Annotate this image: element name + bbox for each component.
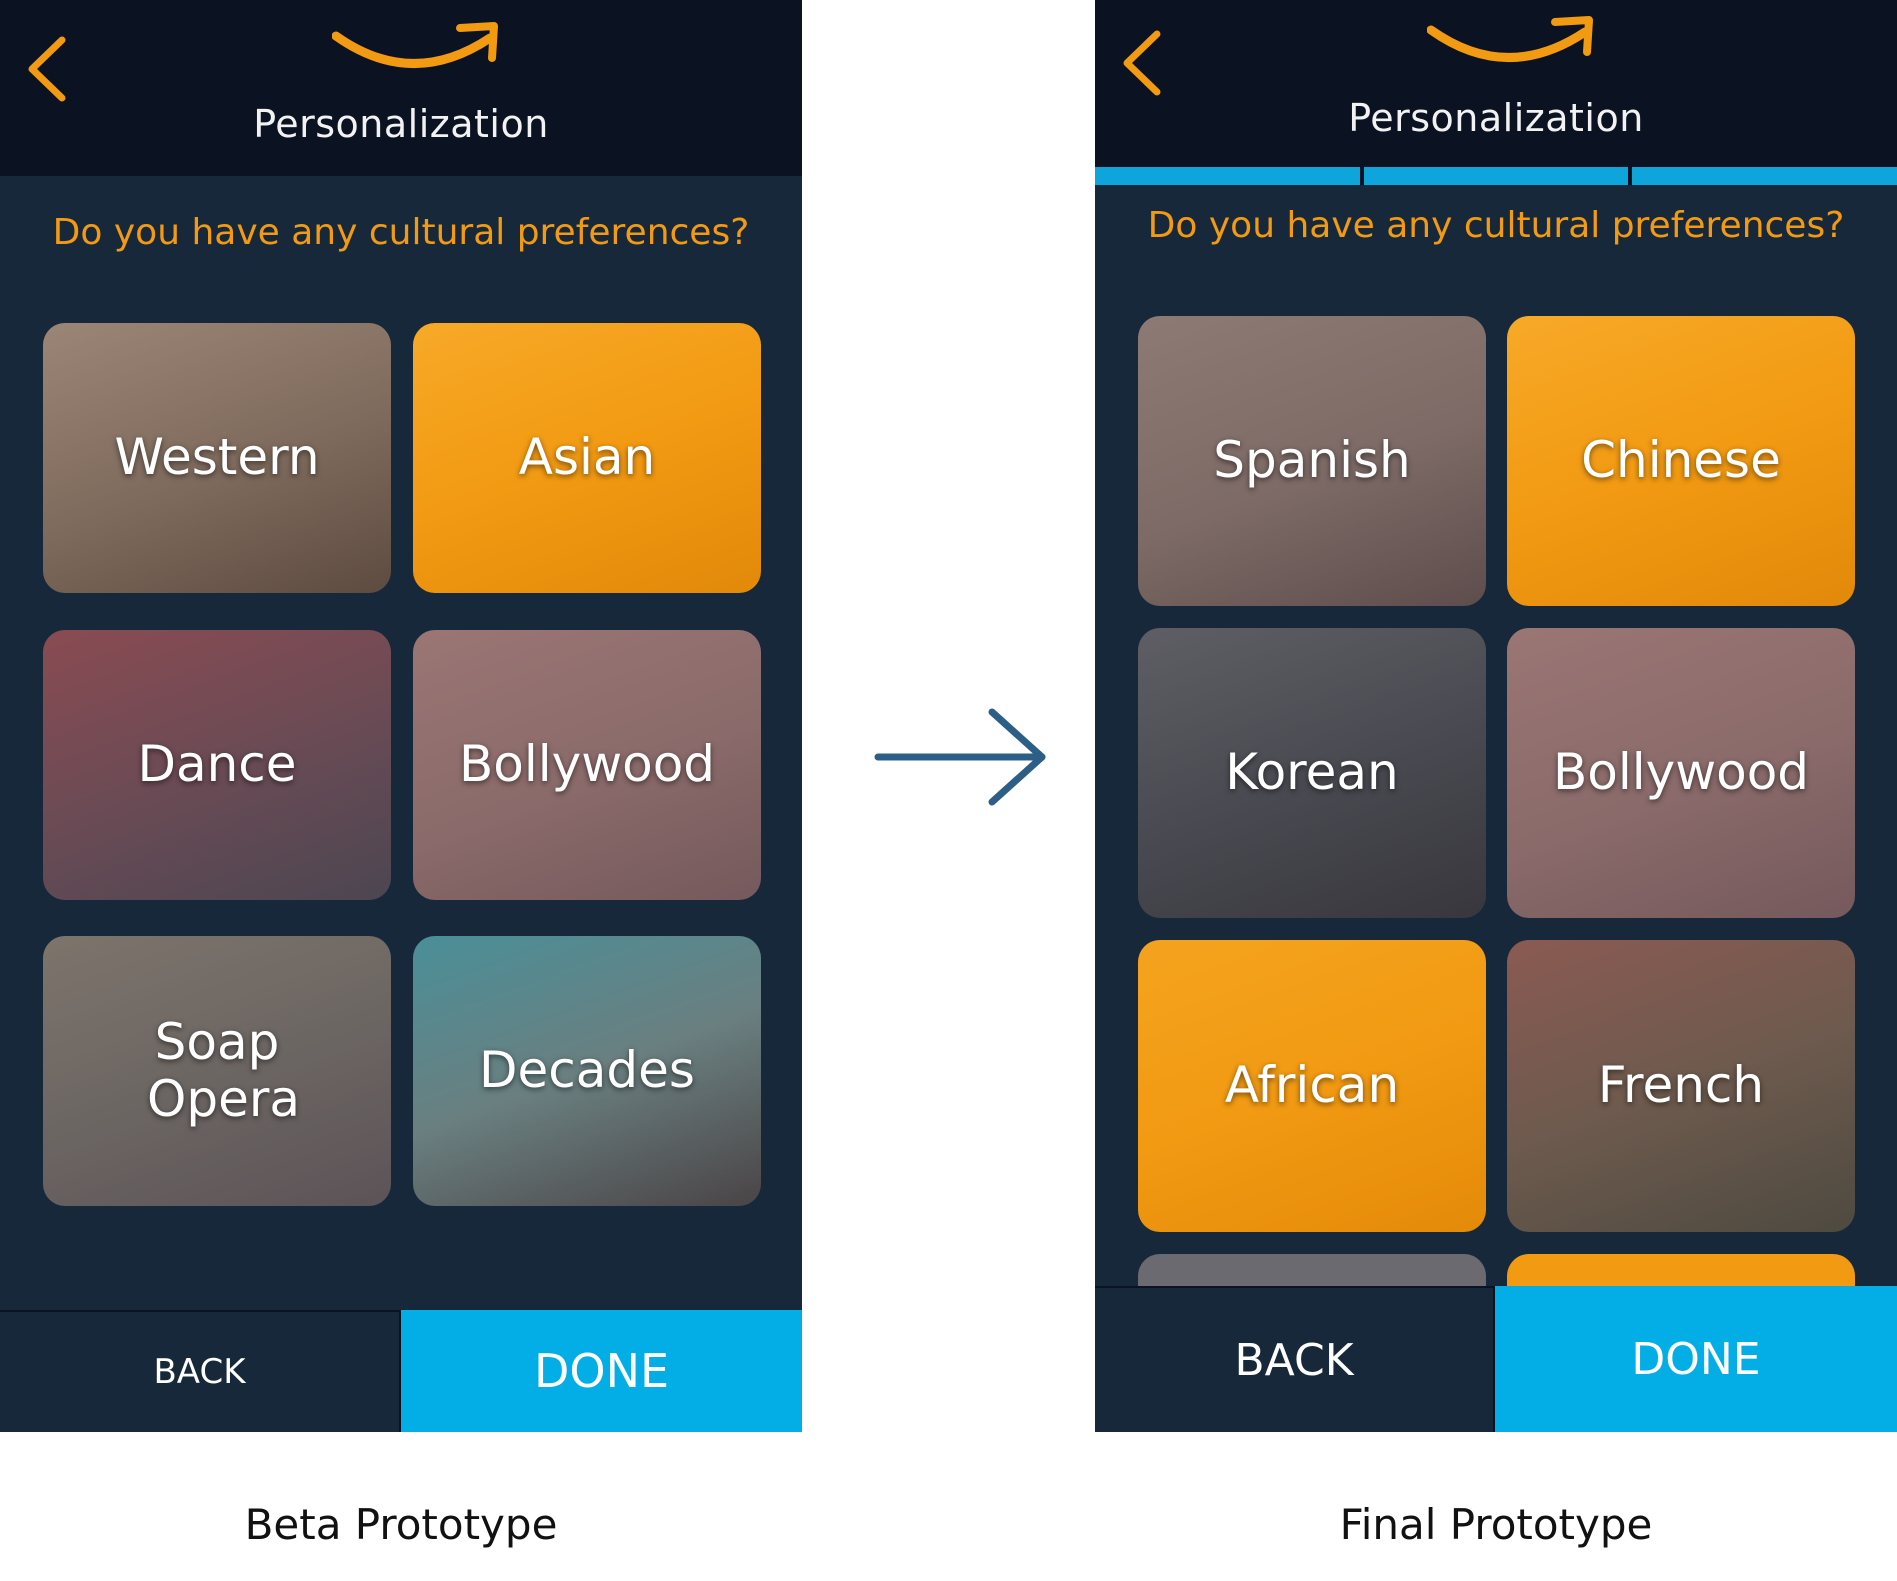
tile-chinese[interactable]: Chinese: [1507, 316, 1855, 606]
tile-bollywood[interactable]: Bollywood: [413, 630, 761, 900]
progress-bar: [1095, 167, 1897, 185]
beta-caption: Beta Prototype: [244, 1500, 558, 1549]
tile-label: French: [1597, 1056, 1765, 1115]
tile-label: Decades: [479, 1041, 695, 1100]
back-button[interactable]: BACK: [0, 1310, 401, 1432]
tile-dance[interactable]: Dance: [43, 630, 391, 900]
progress-segment: [1632, 167, 1897, 185]
back-chevron-icon[interactable]: [22, 34, 74, 104]
final-caption: Final Prototype: [1339, 1500, 1653, 1549]
tile-label: Bollywood: [458, 735, 716, 794]
question-text: Do you have any cultural preferences?: [52, 212, 750, 253]
tile-african[interactable]: African: [1138, 940, 1486, 1232]
tile-spanish[interactable]: Spanish: [1138, 316, 1486, 606]
done-button[interactable]: DONE: [401, 1310, 802, 1432]
arrow-right-icon: [874, 708, 1046, 806]
back-chevron-icon[interactable]: [1117, 28, 1169, 98]
tile-label: Dance: [137, 735, 297, 794]
progress-segment: [1363, 167, 1629, 185]
question-text: Do you have any cultural preferences?: [1147, 205, 1845, 246]
tile-label: Chinese: [1581, 431, 1781, 490]
amazon-smile-logo: [332, 22, 498, 68]
progress-segment: [1095, 167, 1360, 185]
bottom-action-bar: BACK DONE: [1095, 1286, 1897, 1432]
header-bar: Personalization: [0, 0, 802, 176]
tile-label: Korean: [1225, 743, 1399, 802]
tile-label: African: [1224, 1056, 1400, 1115]
tile-label: Spanish: [1213, 431, 1411, 490]
tile-bollywood[interactable]: Bollywood: [1507, 628, 1855, 918]
tile-decades[interactable]: Decades: [413, 936, 761, 1206]
page-title: Personalization: [1348, 96, 1644, 140]
header-bar: Personalization: [1095, 0, 1897, 167]
back-button[interactable]: BACK: [1095, 1286, 1495, 1432]
tile-western[interactable]: Western: [43, 323, 391, 593]
tile-label: Bollywood: [1552, 743, 1810, 802]
tile-korean[interactable]: Korean: [1138, 628, 1486, 918]
beta-prototype-screen: Personalization Do you have any cultural…: [0, 0, 802, 1432]
tile-label: Asian: [518, 428, 656, 487]
tile-french[interactable]: French: [1507, 940, 1855, 1232]
tile-label: Western: [114, 428, 320, 487]
page-title: Personalization: [253, 102, 549, 146]
tile-soap-opera[interactable]: Soap Opera: [43, 936, 391, 1206]
tile-asian[interactable]: Asian: [413, 323, 761, 593]
final-prototype-screen: Personalization Do you have any cultural…: [1095, 0, 1897, 1432]
tile-label: Soap Opera: [147, 1012, 301, 1128]
bottom-action-bar: BACK DONE: [0, 1310, 802, 1432]
amazon-smile-logo: [1427, 16, 1593, 62]
done-button[interactable]: DONE: [1495, 1286, 1897, 1432]
